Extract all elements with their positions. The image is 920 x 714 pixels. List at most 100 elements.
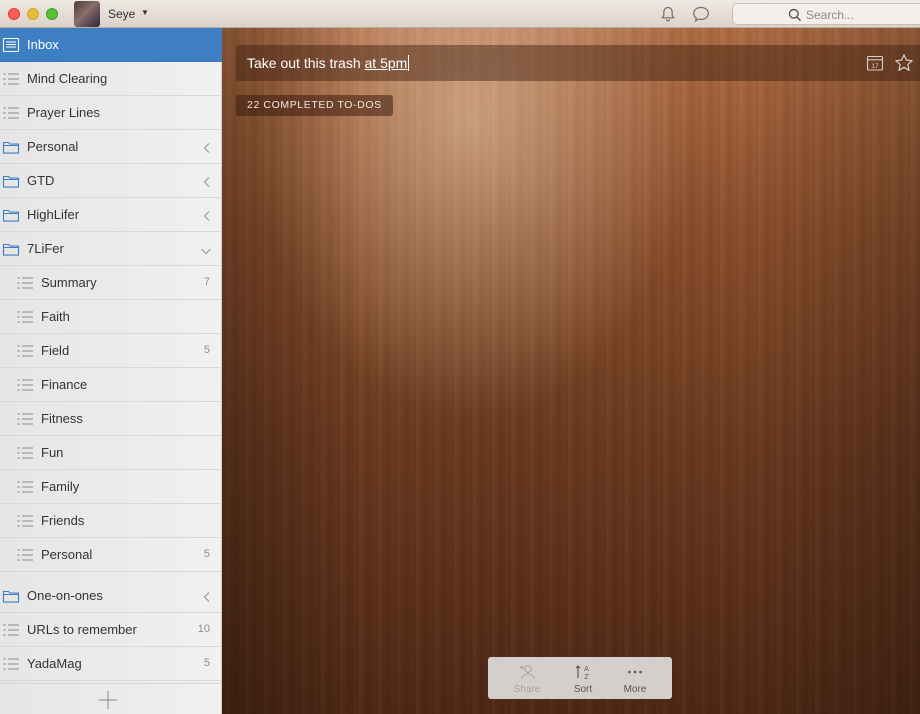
- list-icon: [2, 656, 20, 675]
- search-input[interactable]: Search...: [732, 3, 920, 25]
- more-dots-icon: [628, 670, 642, 674]
- text-cursor: [408, 55, 410, 71]
- sidebar-item-label: Finance: [41, 377, 88, 392]
- due-time-highlight: at 5pm: [364, 55, 408, 71]
- folder-icon: [2, 207, 20, 226]
- username[interactable]: Seye: [108, 7, 135, 21]
- window-minimize-button[interactable]: [27, 8, 39, 20]
- sidebar-item-friends[interactable]: Friends: [0, 504, 222, 538]
- svg-text:Z: Z: [584, 674, 589, 681]
- list-icon: [16, 479, 34, 498]
- sidebar-item-personal[interactable]: Personal: [0, 130, 222, 164]
- sidebar-item-faith[interactable]: Faith: [0, 300, 222, 334]
- avatar[interactable]: [74, 1, 100, 27]
- sidebar-item-fitness[interactable]: Fitness: [0, 402, 222, 436]
- folder-icon: [2, 173, 20, 192]
- sidebar-item-label: 7LiFer: [27, 241, 64, 256]
- sidebar-item-count: 7: [203, 276, 210, 288]
- sidebar-item-count: 5: [203, 344, 210, 356]
- sidebar-item-count: 5: [203, 657, 210, 669]
- sidebar-item-label: Inbox: [27, 37, 59, 52]
- sidebar: Inbox Mind Clearing Prayer Lines Personal GT…: [0, 28, 222, 714]
- list-icon: [16, 411, 34, 430]
- more-button[interactable]: More: [607, 657, 663, 699]
- sidebar-item-prayer-lines[interactable]: Prayer Lines: [0, 96, 222, 130]
- completed-todos-toggle[interactable]: 22 COMPLETED TO-DOS: [236, 95, 393, 116]
- list-icon: [16, 547, 34, 566]
- list-icon: [16, 445, 34, 464]
- sidebar-item-label: Friends: [41, 513, 85, 528]
- chevron-left-icon[interactable]: [202, 142, 212, 157]
- chevron-down-icon[interactable]: [200, 244, 212, 259]
- sidebar-item-fun[interactable]: Fun: [0, 436, 222, 470]
- sidebar-item-one-on-ones[interactable]: One-on-ones: [0, 579, 222, 613]
- sidebar-item-label: One-on-ones: [27, 588, 103, 603]
- list-icon: [2, 71, 20, 90]
- inbox-icon: [2, 37, 20, 56]
- sidebar-item-finance[interactable]: Finance: [0, 368, 222, 402]
- sidebar-item-inbox[interactable]: Inbox: [0, 28, 222, 62]
- share-button[interactable]: Share: [499, 657, 555, 699]
- svg-text:17: 17: [871, 63, 879, 70]
- add-todo-value[interactable]: Take out this trash at 5pm: [247, 55, 410, 71]
- sidebar-item-gtd[interactable]: GTD: [0, 164, 222, 198]
- sort-button[interactable]: AZ Sort: [555, 657, 611, 699]
- user-menu-caret-icon[interactable]: ▼: [141, 8, 149, 17]
- window-close-button[interactable]: [8, 8, 20, 20]
- sidebar-item-label: Fitness: [41, 411, 83, 426]
- sidebar-item-highlifer[interactable]: HighLifer: [0, 198, 222, 232]
- search-placeholder: Search...: [806, 8, 855, 22]
- sidebar-item-label: YadaMag: [27, 656, 82, 671]
- due-date-calendar-icon[interactable]: 17: [866, 54, 884, 75]
- window-maximize-button[interactable]: [46, 8, 58, 20]
- sidebar-item-family[interactable]: Family: [0, 470, 222, 504]
- sidebar-item-label: Family: [41, 479, 80, 494]
- sidebar-item-label: Prayer Lines: [27, 105, 100, 120]
- sidebar-item-label: Personal: [27, 139, 79, 154]
- list-icon: [16, 513, 34, 532]
- sort-label: Sort: [573, 684, 593, 695]
- sidebar-item-label: URLs to remember: [27, 622, 137, 637]
- list-actions-bar: Share AZ Sort More: [488, 657, 672, 699]
- sidebar-item-count: 10: [197, 623, 210, 635]
- chevron-left-icon[interactable]: [202, 176, 212, 191]
- folder-icon: [2, 588, 20, 607]
- task-list-panel: Take out this trash at 5pm 17 22 COMPLET…: [222, 28, 920, 714]
- more-label: More: [623, 684, 647, 695]
- folder-icon: [2, 139, 20, 158]
- sidebar-item-label: Summary: [41, 275, 97, 290]
- list-icon: [16, 343, 34, 362]
- sidebar-item-yadamag[interactable]: YadaMag 5: [0, 647, 222, 681]
- list-icon: [16, 377, 34, 396]
- sidebar-item-personal[interactable]: Personal 5: [0, 538, 222, 572]
- sidebar-item-field[interactable]: Field 5: [0, 334, 222, 368]
- list-icon: [16, 309, 34, 328]
- sidebar-item-label: Mind Clearing: [27, 71, 108, 86]
- search-icon: [788, 8, 802, 22]
- sidebar-item-label: GTD: [27, 173, 55, 188]
- sidebar-item-label: Field: [41, 343, 70, 358]
- sidebar-item-summary[interactable]: Summary 7: [0, 266, 222, 300]
- notifications-bell-icon[interactable]: [659, 5, 677, 26]
- share-person-icon: [520, 665, 536, 680]
- svg-text:A: A: [584, 666, 589, 673]
- chevron-left-icon[interactable]: [202, 210, 212, 225]
- add-todo-input[interactable]: Take out this trash at 5pm 17: [236, 45, 920, 81]
- star-icon[interactable]: [894, 53, 914, 76]
- list-icon: [2, 622, 20, 641]
- sidebar-item-label: Personal: [41, 547, 93, 562]
- sidebar-item-urls-to-remember[interactable]: URLs to remember 10: [0, 613, 222, 647]
- sort-az-icon: AZ: [575, 665, 589, 681]
- sidebar-item-7lifer[interactable]: 7LiFer: [0, 232, 222, 266]
- sidebar-item-label: HighLifer: [27, 207, 80, 222]
- list-icon: [2, 105, 20, 124]
- list-icon: [16, 275, 34, 294]
- sidebar-item-mind-clearing[interactable]: Mind Clearing: [0, 62, 222, 96]
- activity-chat-icon[interactable]: [691, 5, 711, 26]
- folder-icon: [2, 241, 20, 260]
- chevron-left-icon[interactable]: [202, 591, 212, 606]
- sidebar-item-count: 5: [203, 548, 210, 560]
- plus-icon: [99, 691, 117, 709]
- add-list-button[interactable]: [0, 683, 222, 714]
- sidebar-item-label: Faith: [41, 309, 70, 324]
